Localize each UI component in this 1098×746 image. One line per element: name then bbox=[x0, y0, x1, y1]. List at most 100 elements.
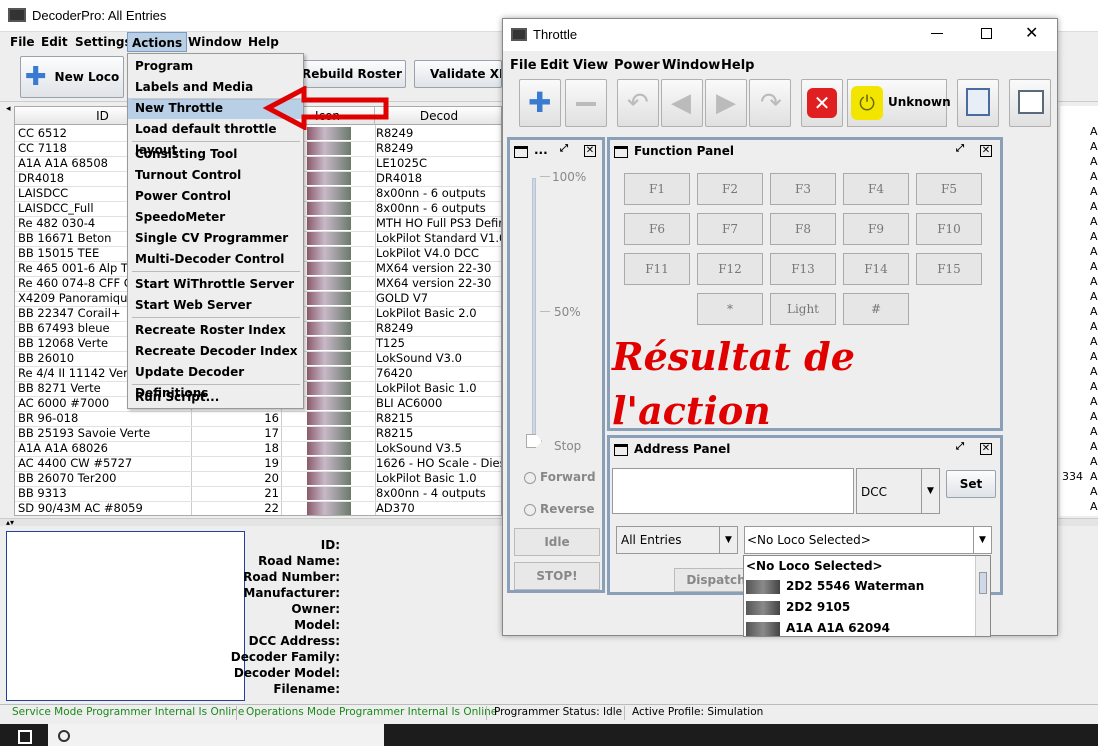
table-row[interactable]: BB 9313 21 8x00nn - 4 outputs bbox=[15, 486, 501, 502]
menu-edit[interactable]: Edit bbox=[41, 35, 68, 49]
stop-button[interactable]: STOP! bbox=[514, 562, 600, 590]
menu-separator bbox=[132, 141, 300, 142]
function-key-f5[interactable]: F5 bbox=[916, 173, 982, 205]
right-col-cell: A bbox=[1090, 365, 1098, 378]
scroll-thumb[interactable] bbox=[979, 572, 987, 594]
function-key-f14[interactable]: F14 bbox=[843, 253, 909, 285]
taskbar-search-box[interactable] bbox=[48, 724, 384, 746]
loco-select[interactable]: <No Loco Selected> ▼ bbox=[744, 526, 992, 554]
menu-item-start-withrottle-server[interactable]: Start WiThrottle Server bbox=[128, 274, 303, 295]
menu-item-turnout-control[interactable]: Turnout Control bbox=[128, 165, 303, 186]
function-key-f8[interactable]: F8 bbox=[770, 213, 836, 245]
function-key-f15[interactable]: F15 bbox=[916, 253, 982, 285]
table-row[interactable]: A1A A1A 68026 18 LokSound V3.5 bbox=[15, 441, 501, 457]
remove-throttle-button[interactable] bbox=[565, 79, 607, 127]
menu-item-single-cv-programmer[interactable]: Single CV Programmer bbox=[128, 228, 303, 249]
add-throttle-button[interactable]: ✚ bbox=[519, 79, 561, 127]
maximize-icon[interactable] bbox=[981, 28, 992, 39]
function-key-f4[interactable]: F4 bbox=[843, 173, 909, 205]
menu-item-start-web-server[interactable]: Start Web Server bbox=[128, 295, 303, 316]
function-key-f11[interactable]: F11 bbox=[624, 253, 690, 285]
close-icon[interactable]: ✕ bbox=[1025, 23, 1038, 42]
function-key-f12[interactable]: F12 bbox=[697, 253, 763, 285]
speed-slider-thumb[interactable] bbox=[526, 434, 542, 448]
menu-item-recreate-decoder-index[interactable]: Recreate Decoder Index bbox=[128, 341, 303, 362]
restore-icon[interactable]: ⤢ bbox=[956, 441, 964, 452]
undo-button[interactable]: ↶ bbox=[617, 79, 659, 127]
rebuild-roster-button[interactable]: Rebuild Roster bbox=[298, 60, 406, 88]
function-key-f10[interactable]: F10 bbox=[916, 213, 982, 245]
menu-file[interactable]: File bbox=[10, 35, 35, 49]
emergency-stop-button[interactable]: ✕ bbox=[801, 79, 843, 127]
redo-button[interactable]: ↷ bbox=[749, 79, 791, 127]
function-key-hash[interactable]: # bbox=[843, 293, 909, 325]
splitter-arrow-icon[interactable]: ◂ bbox=[6, 104, 14, 118]
loco-thumbnail bbox=[307, 427, 351, 440]
menu-item-run-script[interactable]: Run Script... bbox=[128, 387, 303, 408]
next-button[interactable]: ▶ bbox=[705, 79, 747, 127]
menu-item-update-decoder-definitions[interactable]: Update Decoder Definitions bbox=[128, 362, 303, 400]
loco-list-item[interactable]: <No Loco Selected> bbox=[746, 556, 883, 576]
minimize-icon[interactable] bbox=[931, 33, 943, 34]
new-loco-button[interactable]: ✚ New Loco bbox=[20, 56, 124, 98]
function-key-f6[interactable]: F6 bbox=[624, 213, 690, 245]
menu-item-power-control[interactable]: Power Control bbox=[128, 186, 303, 207]
table-right-column: A A A A A A A A A A A A A A A A A A A A A A A A A A 334 bbox=[1060, 106, 1098, 516]
loco-list-item[interactable]: A1A A1A 62094 bbox=[746, 618, 890, 636]
function-key-f2[interactable]: F2 bbox=[697, 173, 763, 205]
function-key-light[interactable]: Light bbox=[770, 293, 836, 325]
close-icon[interactable]: ✕ bbox=[980, 145, 992, 157]
protocol-select[interactable]: DCC ▼ bbox=[856, 468, 940, 514]
throttle-menu-window[interactable]: Window bbox=[662, 58, 720, 73]
menu-window[interactable]: Window bbox=[188, 35, 242, 49]
menu-actions[interactable]: Actions bbox=[127, 32, 188, 52]
throttle-menu-view[interactable]: View bbox=[573, 58, 608, 73]
function-key-f7[interactable]: F7 bbox=[697, 213, 763, 245]
validate-xml-button[interactable]: Validate XMI bbox=[414, 60, 502, 88]
menu-item-speedometer[interactable]: SpeedoMeter bbox=[128, 207, 303, 228]
detail-label: Road Name: bbox=[258, 554, 340, 568]
function-key-f9[interactable]: F9 bbox=[843, 213, 909, 245]
set-address-button[interactable]: Set bbox=[946, 470, 996, 498]
menu-help[interactable]: Help bbox=[248, 35, 279, 49]
menu-item-recreate-roster-index[interactable]: Recreate Roster Index bbox=[128, 320, 303, 341]
windows-button[interactable] bbox=[1009, 79, 1051, 127]
dropdown-scrollbar[interactable] bbox=[975, 556, 990, 636]
idle-button[interactable]: Idle bbox=[514, 528, 600, 556]
column-header-decoder[interactable]: Decod bbox=[375, 107, 501, 125]
power-button[interactable]: ⏻ Unknown bbox=[847, 79, 951, 127]
function-key-f13[interactable]: F13 bbox=[770, 253, 836, 285]
table-row[interactable]: BB 25193 Savoie Verte 17 R8215 bbox=[15, 426, 501, 442]
menu-settings[interactable]: Settings bbox=[75, 35, 132, 49]
preferences-button[interactable] bbox=[957, 79, 999, 127]
throttle-menu-edit[interactable]: Edit bbox=[540, 58, 569, 73]
restore-icon[interactable]: ⤢ bbox=[560, 143, 568, 154]
throttle-menu-power[interactable]: Power bbox=[614, 58, 660, 73]
table-row[interactable]: BR 96-018 16 R8215 bbox=[15, 411, 501, 427]
address-panel-title: Address Panel bbox=[634, 442, 731, 456]
close-icon[interactable]: ✕ bbox=[980, 443, 992, 455]
speed-slider-track[interactable] bbox=[532, 178, 536, 440]
function-key-star[interactable]: * bbox=[697, 293, 763, 325]
close-icon[interactable]: ✕ bbox=[584, 145, 596, 157]
restore-icon[interactable]: ⤢ bbox=[956, 143, 964, 154]
loco-list-item[interactable]: 2D2 5546 Waterman bbox=[746, 576, 924, 596]
previous-button[interactable]: ◀ bbox=[661, 79, 703, 127]
address-input[interactable] bbox=[612, 468, 854, 514]
loco-list-item[interactable]: 2D2 9105 bbox=[746, 597, 850, 617]
table-row[interactable]: SD 90/43M AC #8059 22 AD370 bbox=[15, 501, 501, 515]
table-row[interactable]: AC 4400 CW #5727 19 1626 - HO Scale - Dies bbox=[15, 456, 501, 472]
table-row[interactable]: BB 26070 Ter200 20 LokPilot Basic 1.0 bbox=[15, 471, 501, 487]
menu-item-consisting-tool[interactable]: Consisting Tool bbox=[128, 144, 303, 165]
windows-start-icon[interactable] bbox=[18, 730, 32, 744]
forward-radio[interactable] bbox=[524, 472, 536, 484]
throttle-menu-file[interactable]: File bbox=[510, 58, 537, 73]
function-key-f3[interactable]: F3 bbox=[770, 173, 836, 205]
menu-item-multi-decoder-control[interactable]: Multi-Decoder Control bbox=[128, 249, 303, 270]
function-key-f1[interactable]: F1 bbox=[624, 173, 690, 205]
reverse-radio[interactable] bbox=[524, 504, 536, 516]
throttle-menu-help[interactable]: Help bbox=[721, 58, 754, 73]
row-number: 20 bbox=[264, 471, 279, 485]
menu-item-program[interactable]: Program bbox=[128, 56, 303, 77]
roster-group-select[interactable]: All Entries ▼ bbox=[616, 526, 738, 554]
